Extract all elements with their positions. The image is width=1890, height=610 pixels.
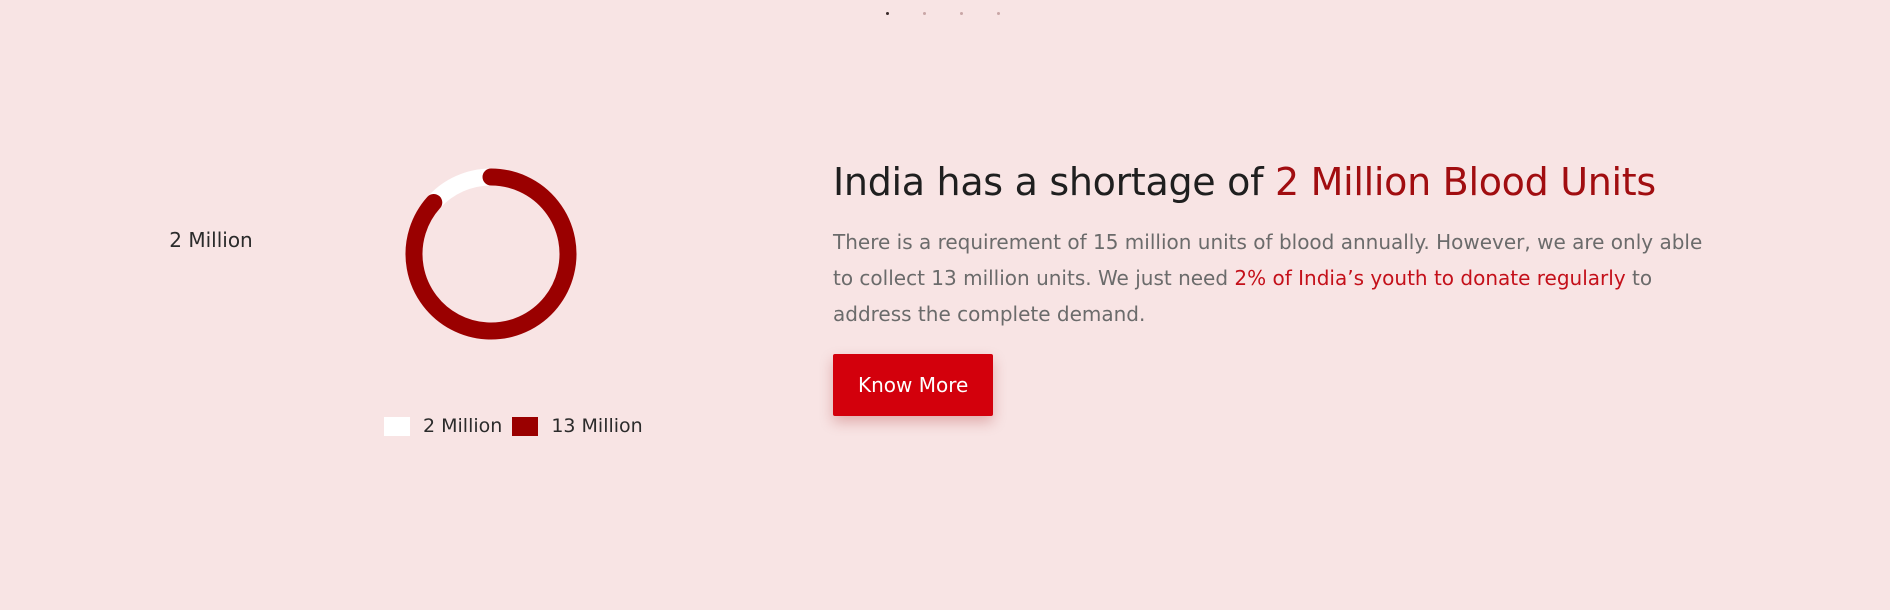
carousel-dots <box>886 12 1000 15</box>
description-highlight: 2% of India’s youth to donate regularly <box>1234 266 1626 290</box>
headline-prefix: India has a shortage of <box>833 160 1275 204</box>
legend-swatch-collected <box>512 416 539 436</box>
donut-center-label: 2 Million <box>169 228 253 252</box>
shortage-content: India has a shortage of 2 Million Blood … <box>833 160 1713 416</box>
legend-swatch-shortage <box>384 416 410 436</box>
carousel-dot-4[interactable] <box>997 12 1000 15</box>
description: There is a requirement of 15 million uni… <box>833 224 1713 332</box>
carousel-dot-1[interactable] <box>886 12 889 15</box>
carousel-dot-2[interactable] <box>923 12 926 15</box>
legend-item-collected: 13 Million <box>512 415 643 437</box>
chart-legend: 2 Million 13 Million <box>384 415 653 437</box>
page-title: India has a shortage of 2 Million Blood … <box>833 160 1713 204</box>
donut-slice-collected <box>405 168 577 340</box>
legend-label-shortage: 2 Million <box>423 415 503 437</box>
carousel-dot-3[interactable] <box>960 12 963 15</box>
donut-chart <box>405 168 577 340</box>
legend-item-shortage: 2 Million <box>384 415 502 437</box>
legend-label-collected: 13 Million <box>551 415 643 437</box>
donut-slice-shortage <box>427 168 492 209</box>
headline-highlight: 2 Million Blood Units <box>1274 160 1656 204</box>
know-more-button[interactable]: Know More <box>833 354 994 416</box>
shortage-chart <box>380 150 680 450</box>
